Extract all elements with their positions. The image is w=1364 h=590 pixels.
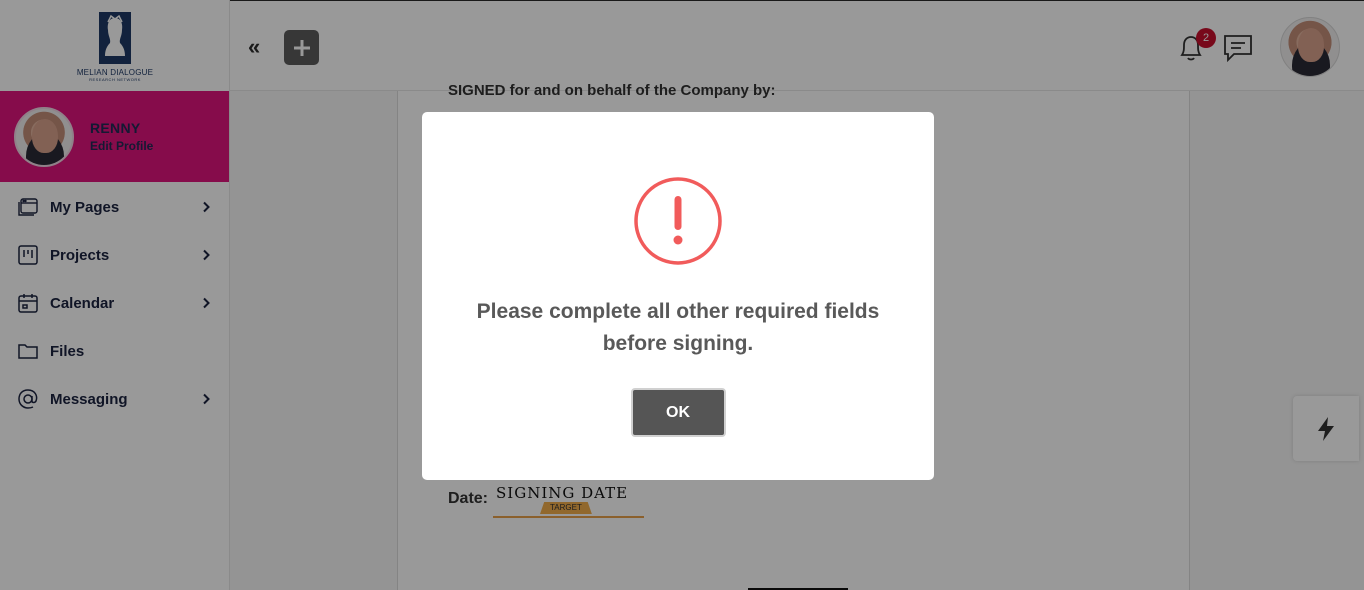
alert-dialog: Please complete all other required field… [422, 112, 934, 480]
alert-message: Please complete all other required field… [476, 300, 880, 355]
ok-button[interactable]: OK [630, 388, 726, 437]
warning-exclamation-icon [634, 177, 722, 265]
